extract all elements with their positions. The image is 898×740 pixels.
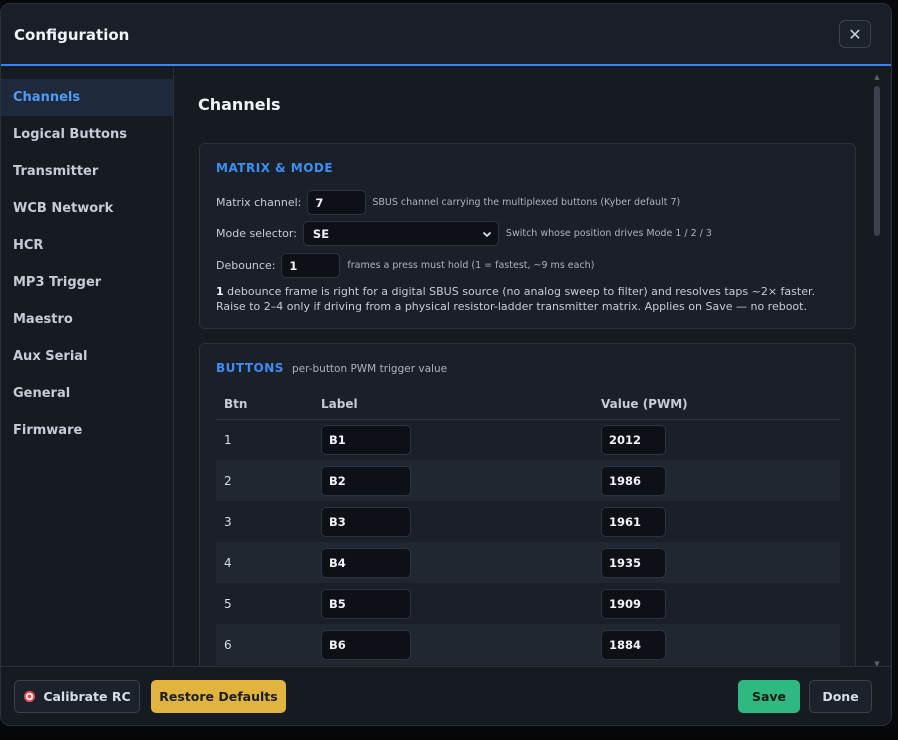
value-input[interactable]: 2012 [601,424,666,455]
chevron-down-icon [482,231,491,237]
table-row: 3 B3 1961 [216,501,840,542]
sidebar: Channels Logical Buttons Transmitter WCB… [1,68,174,668]
mode-selector-value: SE [312,226,330,241]
label-input[interactable]: B1 [321,424,411,455]
sidebar-item-general[interactable]: General [1,375,173,412]
mode-selector-label: Mode selector: [216,227,297,240]
label-input[interactable]: B3 [321,506,411,537]
buttons-subheading: per-button PWM trigger value [291,363,448,375]
matrix-channel-hint: SBUS channel carrying the multiplexed bu… [372,197,681,208]
debounce-input[interactable]: 1 [281,253,341,278]
value-input[interactable]: 1909 [601,588,666,619]
dialog-header: Configuration ✕ [1,4,891,66]
sidebar-item-channels[interactable]: Channels [1,79,173,116]
column-header-value: Value (PWM) [593,390,840,420]
sidebar-item-firmware[interactable]: Firmware [1,412,173,449]
value-input[interactable]: 1961 [601,506,666,537]
close-button[interactable]: ✕ [839,20,871,48]
buttons-heading-text: BUTTONS [216,361,284,375]
configuration-dialog: Configuration ✕ Channels Logical Buttons… [0,3,892,726]
buttons-table: Btn Label Value (PWM) 1 B1 2012 2 B2 198… [216,390,840,665]
btn-number: 1 [224,432,232,447]
btn-number: 4 [216,542,313,583]
sidebar-item-hcr[interactable]: HCR [1,227,173,264]
matrix-channel-input[interactable]: 7 [307,190,367,215]
value-input[interactable]: 1935 [601,547,666,578]
dialog-footer: Calibrate RC Restore Defaults Save Done [1,666,891,725]
matrix-mode-card: MATRIX & MODE Matrix channel: 7 SBUS cha… [199,143,856,329]
calibrate-rc-label: Calibrate RC [43,689,131,704]
close-icon: ✕ [848,24,862,44]
btn-number: 6 [216,624,313,665]
table-row: 5 B5 1909 [216,583,840,624]
calibrate-rc-button[interactable]: Calibrate RC [14,680,140,713]
buttons-card: BUTTONS per-button PWM trigger value Btn … [199,343,856,668]
scroll-thumb[interactable] [874,86,880,236]
mode-selector-row: Mode selector: SE Switch whose position … [216,221,712,246]
debounce-hint: frames a press must hold (1 = fastest, ~… [347,260,595,271]
btn-number: 2 [216,460,313,501]
matrix-mode-heading: MATRIX & MODE [216,161,334,175]
label-input[interactable]: B6 [321,629,411,660]
sidebar-item-logical-buttons[interactable]: Logical Buttons [1,116,173,153]
mode-selector-select[interactable]: SE [302,221,499,246]
table-row: 4 B4 1935 [216,542,840,583]
table-row: 2 B2 1986 [216,460,840,501]
column-header-btn: Btn [216,390,313,420]
sidebar-item-mp3-trigger[interactable]: MP3 Trigger [1,264,173,301]
done-button[interactable]: Done [809,680,872,713]
restore-defaults-button[interactable]: Restore Defaults [151,680,286,713]
content-scrollbar[interactable]: ▲ ▼ [873,74,881,668]
label-input[interactable]: B5 [321,588,411,619]
label-input[interactable]: B4 [321,547,411,578]
page-backdrop [0,724,898,740]
debounce-row: Debounce: 1 frames a press must hold (1 … [216,253,594,278]
table-row: 6 B6 1884 [216,624,840,665]
debounce-note: 1 debounce frame is right for a digital … [216,284,846,314]
sidebar-item-aux-serial[interactable]: Aux Serial [1,338,173,375]
sidebar-item-wcb-network[interactable]: WCB Network [1,190,173,227]
save-button[interactable]: Save [738,680,800,713]
column-header-label: Label [313,390,593,420]
btn-number: 3 [224,514,232,529]
mode-selector-hint: Switch whose position drives Mode 1 / 2 … [505,228,712,239]
table-row: 1 B1 2012 [216,419,840,460]
debounce-note-value: 1 [216,285,224,298]
target-icon [24,690,36,703]
sidebar-item-transmitter[interactable]: Transmitter [1,153,173,190]
label-input[interactable]: B2 [321,465,411,496]
buttons-heading: BUTTONS per-button PWM trigger value [216,361,447,375]
debounce-note-text: debounce frame is right for a digital SB… [216,285,815,313]
content-panel: Channels MATRIX & MODE Matrix channel: 7… [175,68,883,668]
scroll-up-arrow[interactable]: ▲ [873,74,881,81]
value-input[interactable]: 1884 [601,629,666,660]
matrix-channel-row: Matrix channel: 7 SBUS channel carrying … [216,190,680,215]
dialog-title: Configuration [14,26,130,44]
sidebar-item-maestro[interactable]: Maestro [1,301,173,338]
table-header-row: Btn Label Value (PWM) [216,390,840,420]
value-input[interactable]: 1986 [601,465,666,496]
matrix-channel-label: Matrix channel: [216,196,302,209]
btn-number: 5 [224,596,232,611]
debounce-label: Debounce: [216,259,276,272]
page-title: Channels [198,95,281,114]
